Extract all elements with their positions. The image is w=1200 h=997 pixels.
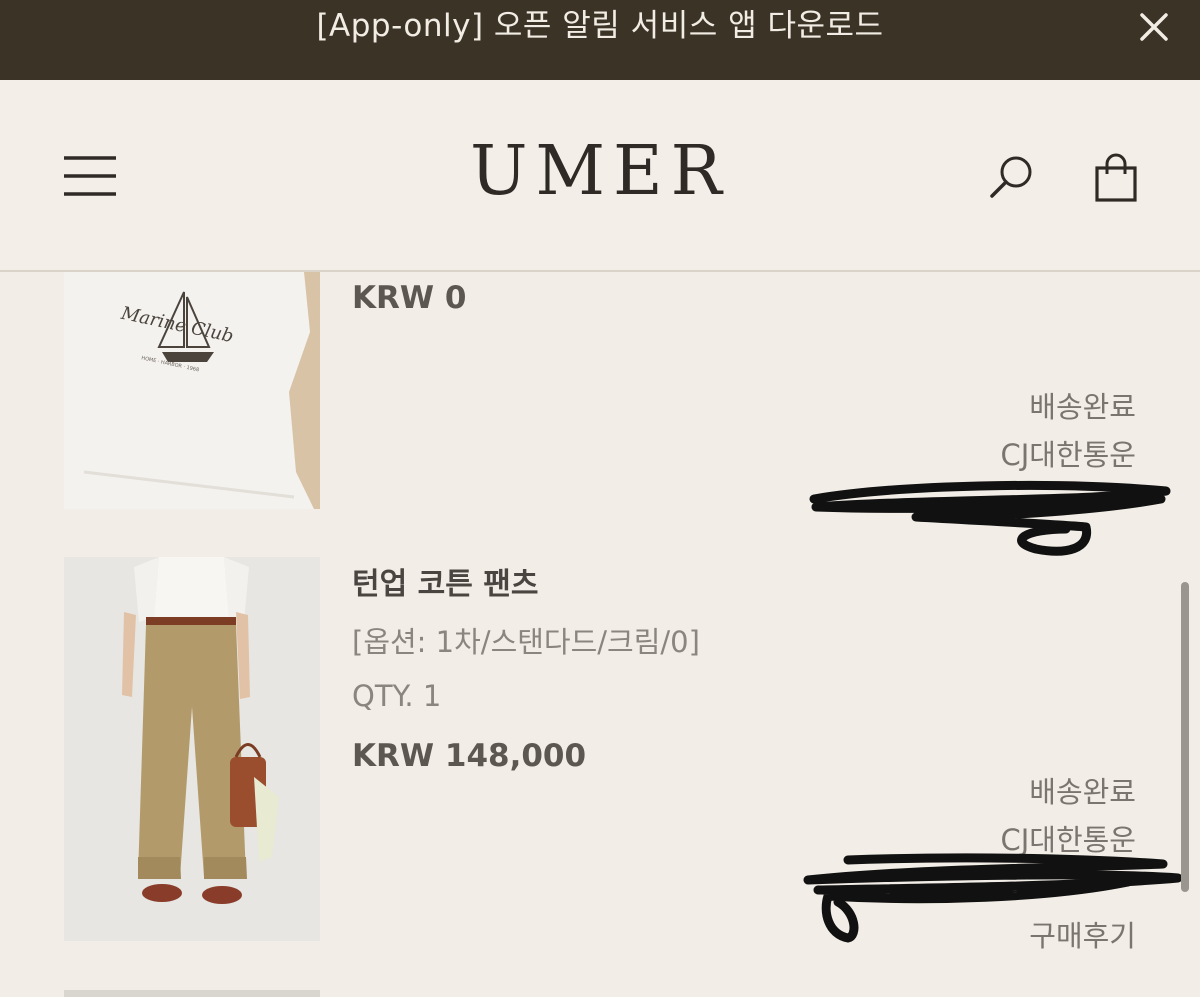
- product-image-pants[interactable]: [64, 557, 320, 941]
- item-name[interactable]: 턴업 코튼 팬츠: [352, 559, 539, 603]
- item-quantity: QTY. 1: [352, 679, 442, 713]
- delivery-status: 배송완료: [1029, 390, 1136, 424]
- scrollbar[interactable]: [1181, 582, 1189, 892]
- item-price: KRW 0: [352, 280, 467, 316]
- carrier-name: CJ대한통운: [1000, 438, 1136, 472]
- item-price: KRW 148,000: [352, 738, 587, 774]
- search-icon[interactable]: [986, 152, 1036, 202]
- site-header: UMER: [0, 80, 1200, 272]
- product-image-tshirt[interactable]: Marine Club HOME · HARBOR · 1968: [64, 272, 320, 509]
- product-image-next[interactable]: [64, 990, 320, 997]
- item-option: [옵션: 1차/스탠다드/크림/0]: [352, 625, 700, 659]
- write-review-link[interactable]: 구매후기: [1029, 913, 1136, 955]
- banner-text[interactable]: [App-only] 오픈 알림 서비스 앱 다운로드: [0, 0, 1200, 52]
- app-download-banner[interactable]: [App-only] 오픈 알림 서비스 앱 다운로드: [0, 0, 1200, 80]
- shopping-bag-icon[interactable]: [1093, 152, 1139, 204]
- order-list: Marine Club HOME · HARBOR · 1968 KRW 0 배…: [0, 272, 1200, 997]
- redaction-scribble: [809, 480, 1171, 556]
- close-icon[interactable]: [1134, 7, 1174, 47]
- delivery-status: 배송완료: [1029, 775, 1136, 809]
